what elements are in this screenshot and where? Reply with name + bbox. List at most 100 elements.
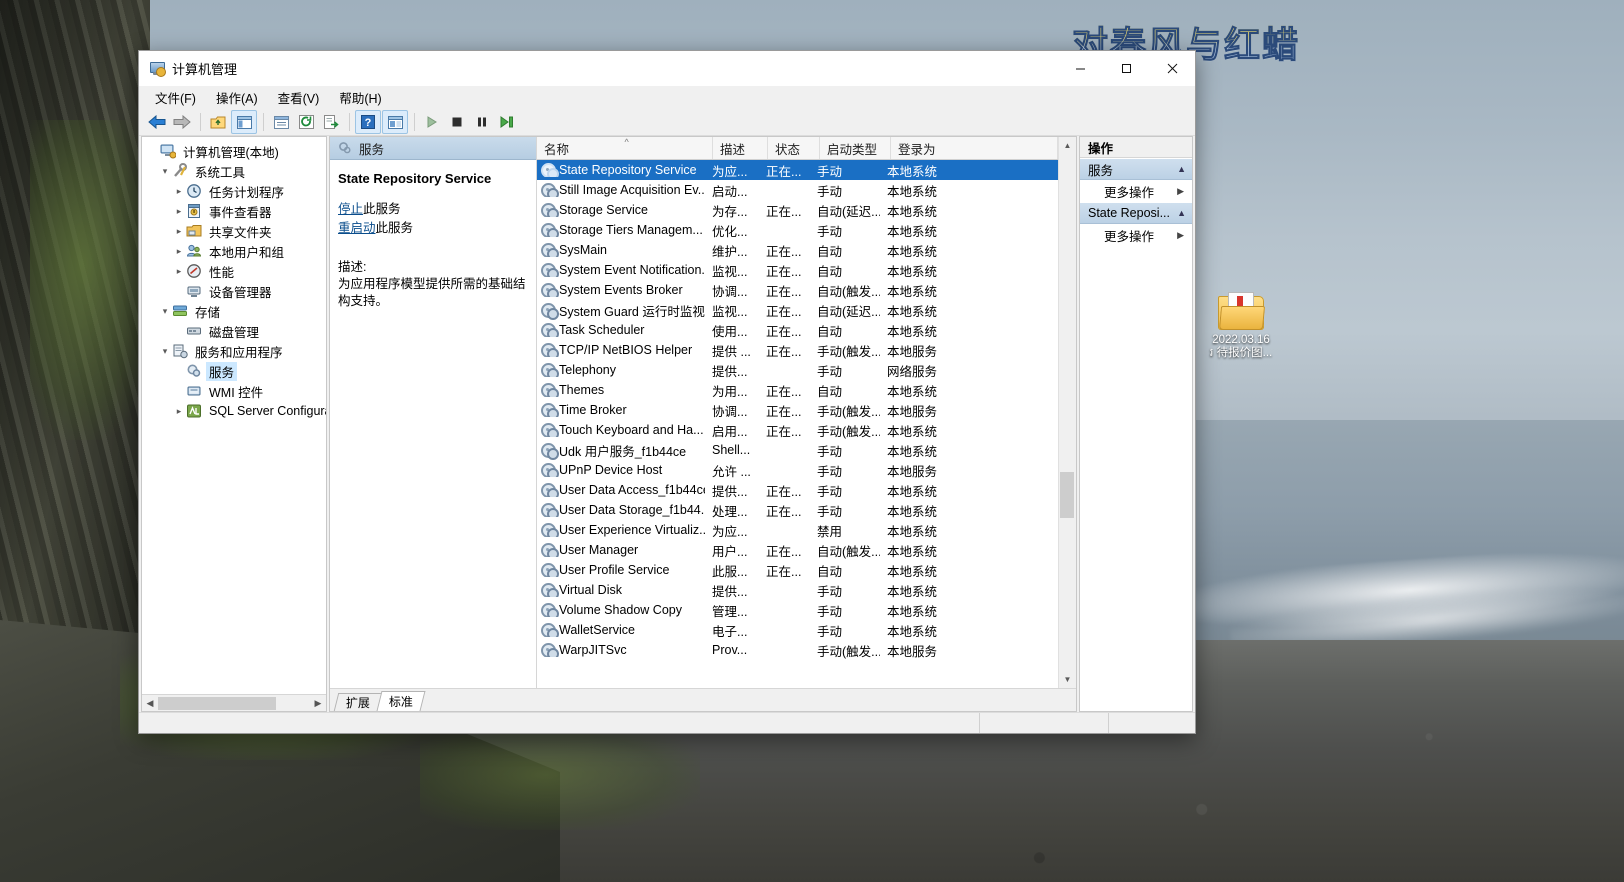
service-name-label: UPnP Device Host [559,463,663,477]
menu-view[interactable]: 查看(V) [268,86,330,109]
stop-service-icon[interactable] [445,111,469,133]
table-row[interactable]: User Profile Service 此服... 正在... 自动 本地系统 [537,560,1058,580]
minimize-button[interactable] [1057,51,1103,85]
cell-description: 协调... [712,284,748,299]
tree-node-storage[interactable]: ▾ 存储 [142,301,326,321]
table-row[interactable]: System Event Notification... 监视... 正在... 自动… [537,260,1058,280]
close-button[interactable] [1149,51,1195,85]
table-row[interactable]: WalletService 电子... 手动 本地系统 [537,620,1058,640]
chevron-right-icon[interactable]: ▶ [1177,186,1184,197]
table-row[interactable]: User Data Access_f1b44ce 提供... 正在... 手动 本地系统 [537,480,1058,500]
tree-node-disk-management[interactable]: 磁盘管理 [142,321,326,341]
properties-icon[interactable] [269,111,293,133]
scrollbar-thumb[interactable] [1060,472,1074,518]
table-row[interactable]: Virtual Disk 提供... 手动 本地系统 [537,580,1058,600]
column-header-name[interactable]: 名称 ^ [537,137,713,159]
tree-expander-icon[interactable]: ▾ [158,346,172,357]
tree-expander-icon[interactable]: ▸ [172,226,186,237]
tree-expander-icon[interactable]: ▸ [172,406,186,417]
show-hide-tree-icon[interactable] [231,110,257,134]
scroll-right-icon[interactable]: ▶ [310,695,326,711]
forward-icon[interactable] [170,111,194,133]
table-row[interactable]: SysMain 维护... 正在... 自动 本地系统 [537,240,1058,260]
chevron-up-icon[interactable]: ▲ [1177,208,1186,218]
tree-scroll-thumb[interactable] [158,696,276,710]
table-row[interactable]: System Guard 运行时监视... 监视... 正在... 自动(延迟... 本… [537,300,1058,320]
menu-file[interactable]: 文件(F) [145,86,206,109]
refresh-icon[interactable] [294,111,318,133]
tree-node-wmi-control[interactable]: WMI 控件 [142,381,326,401]
tab-standard[interactable]: 标准 [376,691,426,711]
table-row[interactable]: Volume Shadow Copy 管理... 手动 本地系统 [537,600,1058,620]
table-row[interactable]: User Experience Virtualiz... 为应... 禁用 本地系统 [537,520,1058,540]
desktop-folder-shortcut[interactable]: 2022.03.16 រ 待报价图... [1186,292,1296,360]
table-row[interactable]: Time Broker 协调... 正在... 手动(触发... 本地服务 [537,400,1058,420]
tree-node-services-and-applications[interactable]: ▾ 服务和应用程序 [142,341,326,361]
tree-node-root[interactable]: 计算机管理(本地) [142,141,326,161]
tab-extended[interactable]: 扩展 [333,693,383,711]
tree-expander-icon[interactable]: ▸ [172,246,186,257]
tree-expander-icon[interactable]: ▾ [158,306,172,317]
column-header-status[interactable]: 状态 [768,137,820,159]
help-icon[interactable]: ? [355,110,381,134]
scroll-left-icon[interactable]: ◀ [142,695,158,711]
tree-node-device-manager[interactable]: 设备管理器 [142,281,326,301]
cell-log-on-as: 本地系统 [887,524,938,539]
tree-horizontal-scrollbar[interactable]: ◀ ▶ [142,694,326,711]
export-list-icon[interactable] [319,111,343,133]
tree-node-shared-folders[interactable]: ▸ 共享文件夹 [142,221,326,241]
tree-node-system-tools[interactable]: ▾ 系统工具 [142,161,326,181]
actions-more-actions-state-repository[interactable]: 更多操作 ▶ [1080,224,1192,246]
start-service-icon[interactable] [420,111,444,133]
table-row[interactable]: User Data Storage_f1b44... 处理... 正在... 手动 本地… [537,500,1058,520]
tree-node-performance[interactable]: ▸ 性能 [142,261,326,281]
actions-group-services[interactable]: 服务 ▲ [1080,158,1192,180]
column-header-description[interactable]: 描述 [713,137,768,159]
show-action-pane-icon[interactable] [382,110,408,134]
table-row[interactable]: TCP/IP NetBIOS Helper 提供 ... 正在... 手动(触发...… [537,340,1058,360]
chevron-right-icon[interactable]: ▶ [1177,230,1184,241]
scroll-down-icon[interactable]: ▼ [1059,671,1076,688]
table-row[interactable]: Task Scheduler 使用... 正在... 自动 本地系统 [537,320,1058,340]
column-header-startup-type[interactable]: 启动类型 [820,137,891,159]
up-folder-icon[interactable] [206,111,230,133]
table-row[interactable]: User Manager 用户... 正在... 自动(触发... 本地系统 [537,540,1058,560]
table-row[interactable]: Touch Keyboard and Ha... 启用... 正在... 手动(触发.… [537,420,1058,440]
tree-node-task-scheduler[interactable]: ▸ 任务计划程序 [142,181,326,201]
tree-node-event-viewer[interactable]: ▸ 事件查看器 [142,201,326,221]
tree-node-services[interactable]: 服务 [142,361,326,381]
column-header-log-on-as[interactable]: 登录为 [891,137,1058,159]
services-list-scrollbar[interactable]: ▲ ▼ [1058,137,1076,688]
tree-expander-icon[interactable]: ▸ [172,266,186,277]
table-row[interactable]: Still Image Acquisition Ev... 启动... 手动 本地系统 [537,180,1058,200]
menu-help[interactable]: 帮助(H) [329,86,391,109]
stop-service-link[interactable]: 停止 [338,202,363,216]
restart-service-link[interactable]: 重启动 [338,221,376,235]
restart-service-icon[interactable] [495,111,519,133]
table-row[interactable]: WarpJITSvc Prov... 手动(触发... 本地服务 [537,640,1058,660]
actions-group-state-repository[interactable]: State Reposi... ▲ [1080,202,1192,224]
scroll-up-icon[interactable]: ▲ [1059,137,1076,154]
menu-action[interactable]: 操作(A) [206,86,268,109]
pause-service-icon[interactable] [470,111,494,133]
table-row[interactable]: Udk 用户服务_f1b44ce Shell... 手动 本地系统 [537,440,1058,460]
table-row[interactable]: State Repository Service 为应... 正在... 手动 本地系统 [537,160,1058,180]
maximize-button[interactable] [1103,51,1149,85]
scrollbar-track[interactable] [1059,154,1076,671]
table-row[interactable]: Storage Tiers Managem... 优化... 手动 本地系统 [537,220,1058,240]
services-list-rows[interactable]: State Repository Service 为应... 正在... 手动 本地系统… [537,160,1058,688]
tree-node-sql-server-configuration[interactable]: ▸ SQL Server Configura [142,401,326,421]
actions-more-actions-services[interactable]: 更多操作 ▶ [1080,180,1192,202]
tree-expander-icon[interactable]: ▸ [172,206,186,217]
table-row[interactable]: UPnP Device Host 允许 ... 手动 本地服务 [537,460,1058,480]
table-row[interactable]: Storage Service 为存... 正在... 自动(延迟... 本地系统 [537,200,1058,220]
back-icon[interactable] [145,111,169,133]
table-row[interactable]: System Events Broker 协调... 正在... 自动(触发... 本地… [537,280,1058,300]
tree-node-local-users-groups[interactable]: ▸ 本地用户和组 [142,241,326,261]
tree-expander-icon[interactable]: ▾ [158,166,172,177]
tree-scroll-track[interactable] [158,695,310,711]
table-row[interactable]: Telephony 提供... 手动 网络服务 [537,360,1058,380]
table-row[interactable]: Themes 为用... 正在... 自动 本地系统 [537,380,1058,400]
chevron-up-icon[interactable]: ▲ [1177,164,1186,174]
tree-expander-icon[interactable]: ▸ [172,186,186,197]
